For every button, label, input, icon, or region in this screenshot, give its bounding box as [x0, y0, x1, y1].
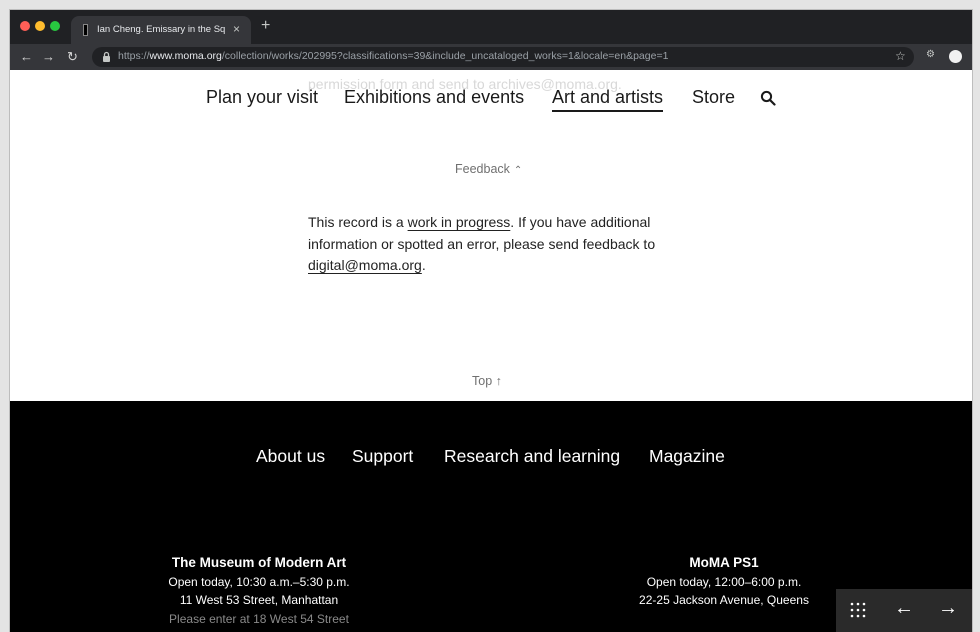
- star-icon[interactable]: ☆: [895, 49, 906, 63]
- minimize-window-button[interactable]: [35, 21, 45, 31]
- moma-favicon-icon: [83, 24, 88, 36]
- new-tab-button[interactable]: +: [261, 18, 270, 34]
- footer-magazine[interactable]: Magazine: [649, 446, 725, 467]
- url-host: www.moma.org: [149, 50, 222, 62]
- venue-moma-note: Please enter at 18 West 54 Street: [169, 611, 349, 626]
- forward-arrow-icon[interactable]: →: [42, 48, 55, 66]
- close-window-button[interactable]: [20, 21, 30, 31]
- search-icon[interactable]: [760, 90, 776, 106]
- nav-art-and-artists[interactable]: Art and artists: [552, 87, 664, 112]
- address-bar[interactable]: https://www.moma.org/collection/works/20…: [92, 47, 914, 67]
- venue-ps1-address: 22-25 Jackson Avenue, Queens: [639, 593, 809, 607]
- site-footer: About us Support Research and learning M…: [10, 401, 972, 632]
- browser-toolbar: ← → ↻ https://www.moma.org/collection/wo…: [10, 44, 972, 70]
- back-arrow-icon[interactable]: ←: [20, 48, 33, 66]
- feedback-label: Feedback: [455, 162, 510, 176]
- nav-plan-your-visit[interactable]: Plan your visit: [206, 87, 318, 108]
- url-path: /collection/works/202995?classifications…: [221, 50, 669, 62]
- venue-ps1: MoMA PS1 Open today, 12:00–6:00 p.m. 22-…: [614, 554, 834, 610]
- arrow-left-icon[interactable]: ←: [894, 597, 914, 620]
- venue-moma: The Museum of Modern Art Open today, 10:…: [149, 554, 369, 628]
- nav-store[interactable]: Store: [692, 87, 735, 108]
- feedback-toggle[interactable]: Feedback ⌃: [455, 162, 522, 176]
- tab-close-icon[interactable]: ×: [233, 22, 240, 36]
- feedback-email-link[interactable]: digital@moma.org: [308, 257, 422, 273]
- browser-window: Ian Cheng. Emissary in the Squ × + ← → ↻…: [10, 10, 972, 632]
- back-to-top-link[interactable]: Top ↑: [472, 374, 502, 388]
- nav-exhibitions-and-events[interactable]: Exhibitions and events: [344, 87, 524, 108]
- main-nav: Plan your visit Exhibitions and events A…: [10, 87, 972, 117]
- viewer-controls: ← →: [836, 589, 972, 632]
- venue-ps1-hours: Open today, 12:00–6:00 p.m.: [646, 574, 802, 589]
- browser-tab[interactable]: Ian Cheng. Emissary in the Squ ×: [71, 16, 251, 44]
- maximize-window-button[interactable]: [50, 21, 60, 31]
- profile-avatar[interactable]: [949, 50, 962, 63]
- work-in-progress-link[interactable]: work in progress: [408, 214, 511, 230]
- chevron-up-icon: ⌃: [513, 165, 523, 176]
- venue-moma-hours: Open today, 10:30 a.m.–5:30 p.m.: [168, 574, 350, 589]
- extension-icon[interactable]: ⚙: [926, 49, 935, 60]
- tab-title: Ian Cheng. Emissary in the Squ: [97, 24, 225, 35]
- footer-about-us[interactable]: About us: [256, 446, 325, 467]
- lock-icon: [103, 51, 110, 62]
- record-text-start: This record is a: [308, 214, 408, 230]
- reload-icon[interactable]: ↻: [67, 48, 78, 66]
- arrow-right-icon[interactable]: →: [938, 597, 958, 620]
- arrow-up-icon: ↑: [495, 374, 502, 388]
- venue-moma-name[interactable]: The Museum of Modern Art: [149, 554, 369, 573]
- grid-icon[interactable]: [850, 602, 866, 618]
- page-content: permission form and send to archives@mom…: [10, 70, 972, 632]
- footer-support[interactable]: Support: [352, 446, 413, 467]
- footer-research-and-learning[interactable]: Research and learning: [444, 446, 620, 467]
- tab-bar: Ian Cheng. Emissary in the Squ × +: [10, 10, 972, 44]
- url-scheme: https://: [118, 50, 150, 62]
- venue-ps1-name[interactable]: MoMA PS1: [614, 554, 834, 573]
- url-text: https://www.moma.org/collection/works/20…: [118, 50, 668, 62]
- top-label: Top: [472, 374, 493, 388]
- venue-moma-address: 11 West 53 Street, Manhattan: [179, 593, 339, 607]
- record-text-end: .: [421, 257, 426, 273]
- record-notice: This record is a work in progress. If yo…: [308, 212, 708, 277]
